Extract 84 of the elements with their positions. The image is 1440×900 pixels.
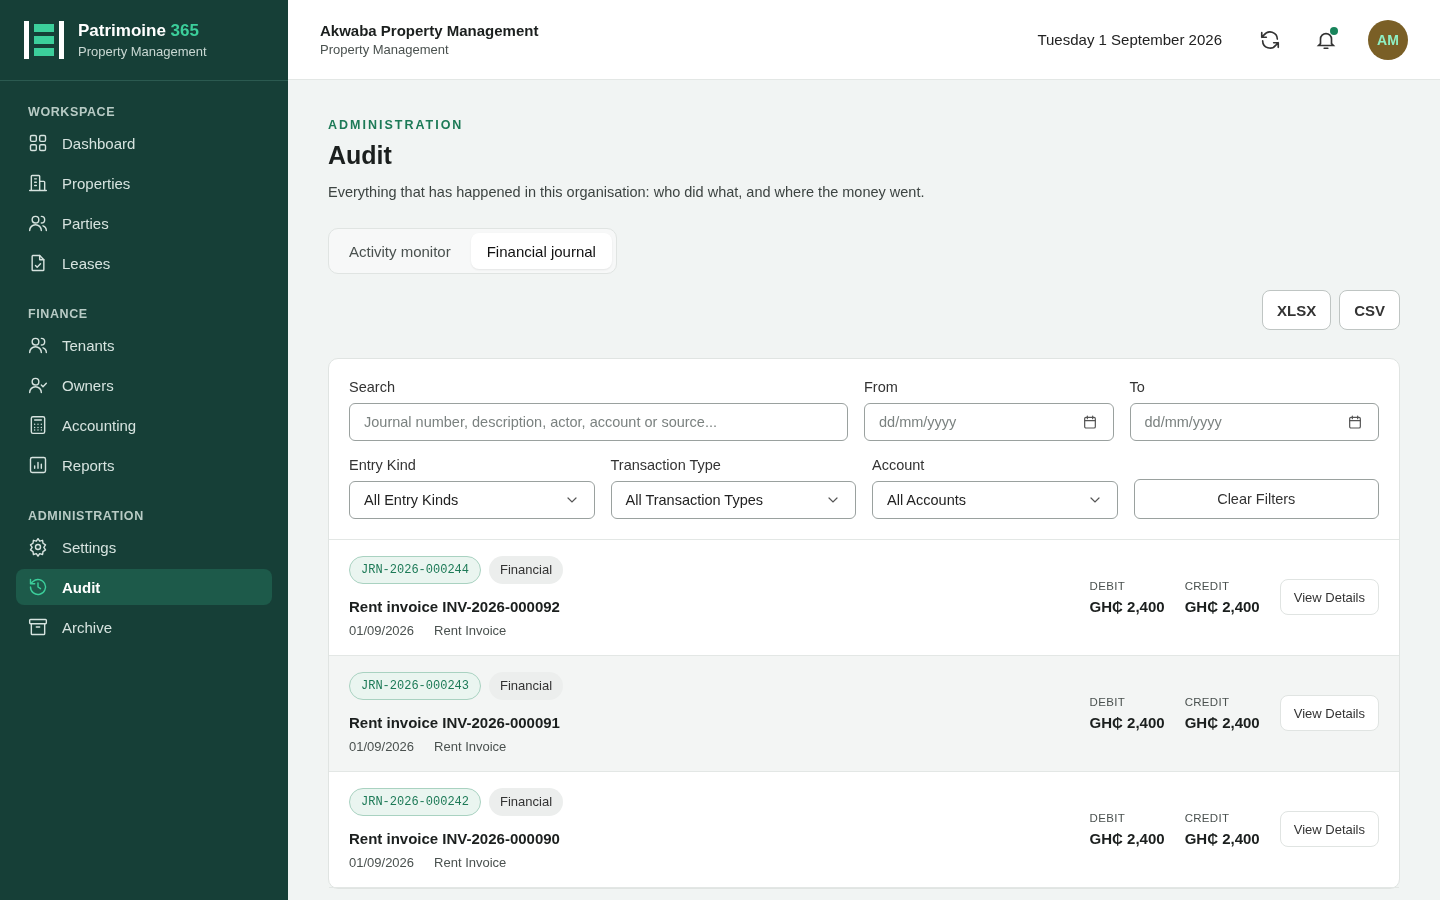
sidebar-item[interactable]: Reports bbox=[16, 447, 272, 483]
sidebar-item[interactable]: Archive bbox=[16, 609, 272, 645]
entry-title: Rent invoice INV-2026-000091 bbox=[349, 714, 561, 731]
page-description: Everything that has happened in this organisation: who did what, and where the money went. bbox=[328, 184, 926, 200]
field-label: To bbox=[1129, 379, 1146, 395]
view-details-button[interactable]: View Details bbox=[1279, 579, 1379, 615]
entry-date: 01/09/2026 bbox=[349, 855, 415, 870]
page-title: Audit bbox=[328, 141, 393, 170]
field-label: Account bbox=[872, 457, 926, 473]
bar-chart-icon bbox=[28, 455, 48, 475]
section-title: WORKSPACE bbox=[27, 105, 117, 121]
people-icon bbox=[28, 213, 48, 233]
organisation-subtitle: Property Management bbox=[320, 42, 450, 57]
calendar-icon bbox=[1347, 414, 1363, 430]
tab[interactable]: Financial journal bbox=[470, 233, 612, 269]
section-title: FINANCE bbox=[27, 307, 89, 323]
user-avatar[interactable]: AM bbox=[1368, 19, 1408, 60]
debit-amount: GH₵ 2,400 bbox=[1089, 829, 1165, 847]
settings-icon bbox=[28, 537, 48, 557]
entry-kind-badge: Financial bbox=[489, 556, 564, 584]
field-label: From bbox=[864, 379, 899, 395]
building-icon bbox=[28, 173, 48, 193]
view-details-button[interactable]: View Details bbox=[1279, 811, 1379, 847]
entry-date: 01/09/2026 bbox=[349, 623, 415, 638]
export-button[interactable]: CSV bbox=[1339, 290, 1400, 330]
person-check-icon bbox=[28, 375, 48, 395]
entry-source: Rent Invoice bbox=[434, 623, 507, 638]
calendar-icon bbox=[1081, 414, 1098, 430]
entry-source: Rent Invoice bbox=[434, 739, 507, 754]
dropdown[interactable]: All Accounts bbox=[872, 481, 1118, 519]
amount-label: DEBIT bbox=[1089, 811, 1126, 824]
credit-amount: GH₵ 2,400 bbox=[1184, 597, 1260, 615]
sidebar-item[interactable]: Accounting bbox=[16, 407, 272, 443]
sidebar-item[interactable]: Settings bbox=[16, 529, 272, 565]
amount-label: CREDIT bbox=[1184, 811, 1231, 824]
field-label: Search bbox=[349, 379, 396, 395]
sidebar-item[interactable]: Audit bbox=[16, 569, 272, 605]
entry-kind-badge: Financial bbox=[489, 672, 564, 700]
clear-filters-button[interactable]: Clear Filters bbox=[1133, 479, 1379, 519]
amount-label: CREDIT bbox=[1184, 579, 1231, 592]
current-date: Tuesday 1 September 2026 bbox=[1037, 31, 1222, 48]
export-button[interactable]: XLSX bbox=[1261, 290, 1332, 330]
people-icon bbox=[28, 335, 48, 355]
document-icon bbox=[28, 253, 48, 273]
entry-date: 01/09/2026 bbox=[349, 739, 415, 754]
journal-number-badge: JRN-2026-000244 bbox=[349, 556, 482, 584]
sidebar-item[interactable]: Dashboard bbox=[16, 125, 272, 161]
search-field[interactable]: Journal number, description, actor, account or source... bbox=[349, 403, 848, 441]
entry-title: Rent invoice INV-2026-000090 bbox=[349, 830, 561, 847]
entry-kind-badge: Financial bbox=[489, 788, 564, 816]
date-field[interactable]: dd/mm/yyyy bbox=[1129, 403, 1379, 441]
dropdown[interactable]: All Entry Kinds bbox=[349, 481, 595, 519]
field-label: Transaction Type bbox=[610, 457, 722, 473]
organisation-name: Akwaba Property Management bbox=[320, 22, 539, 39]
amount-label: DEBIT bbox=[1089, 579, 1126, 592]
view-details-button[interactable]: View Details bbox=[1279, 695, 1379, 731]
sidebar-item[interactable]: Owners bbox=[16, 367, 272, 403]
amount-label: CREDIT bbox=[1184, 695, 1231, 708]
entry-source: Rent Invoice bbox=[434, 855, 507, 870]
archive-box-icon bbox=[28, 617, 48, 637]
credit-amount: GH₵ 2,400 bbox=[1184, 713, 1260, 731]
debit-amount: GH₵ 2,400 bbox=[1089, 597, 1165, 615]
tab[interactable]: Activity monitor bbox=[333, 233, 467, 269]
logo-icon bbox=[24, 21, 64, 59]
page-eyebrow: ADMINISTRATION bbox=[328, 118, 465, 132]
amount-label: DEBIT bbox=[1089, 695, 1126, 708]
date-field[interactable]: dd/mm/yyyy bbox=[864, 403, 1114, 441]
section-title: ADMINISTRATION bbox=[27, 509, 145, 525]
sidebar-item[interactable]: Leases bbox=[16, 245, 272, 281]
debit-amount: GH₵ 2,400 bbox=[1089, 713, 1165, 731]
brand-name: Patrimoine 365 bbox=[78, 21, 200, 41]
dropdown[interactable]: All Transaction Types bbox=[610, 481, 856, 519]
history-icon bbox=[28, 577, 48, 597]
sidebar-item[interactable]: Parties bbox=[16, 205, 272, 241]
field-label: Entry Kind bbox=[349, 457, 417, 473]
grid-icon bbox=[28, 133, 48, 153]
sidebar-item[interactable]: Properties bbox=[16, 165, 272, 201]
journal-number-badge: JRN-2026-000243 bbox=[349, 672, 482, 700]
sidebar-item[interactable]: Tenants bbox=[16, 327, 272, 363]
calculator-icon bbox=[28, 415, 48, 435]
entry-title: Rent invoice INV-2026-000092 bbox=[349, 598, 561, 615]
journal-number-badge: JRN-2026-000242 bbox=[349, 788, 482, 816]
brand-subtitle: Property Management bbox=[78, 44, 207, 59]
credit-amount: GH₵ 2,400 bbox=[1184, 829, 1260, 847]
